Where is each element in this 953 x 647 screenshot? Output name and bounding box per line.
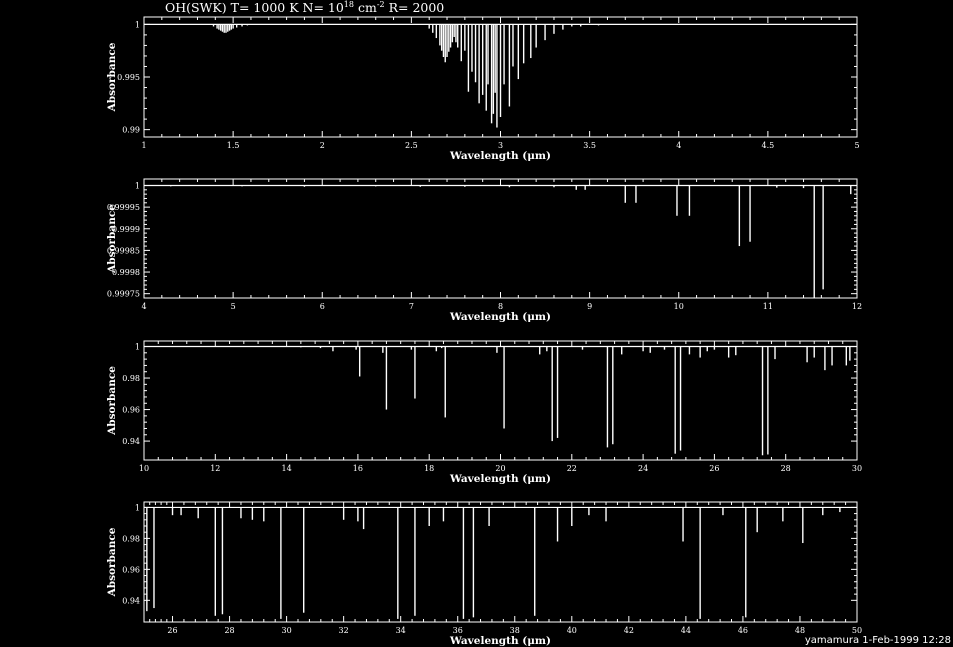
x-tick-label: 36: [453, 626, 463, 635]
x-tick-label: 4.5: [762, 141, 775, 150]
y-tick-label: 0.98: [122, 374, 140, 383]
x-tick-label: 1: [141, 141, 146, 150]
x-tick-label: 5: [231, 302, 236, 311]
y-tick-label: 0.98: [122, 534, 140, 543]
x-tick-label: 7: [409, 302, 414, 311]
plots-svg: 1 1.5 2 2.5 3 3.5 4 4.5 5 0.99 0.995 1 Wavelength (μ…: [106, 16, 862, 647]
y-tick-label: 0.99975: [107, 290, 140, 299]
x-axis-label: Wavelength (μm): [449, 473, 551, 485]
y-tick-label: 0.94: [122, 596, 140, 605]
x-tick-label: 10: [139, 464, 149, 473]
x-tick-label: 28: [224, 626, 234, 635]
x-tick-label: 12: [852, 302, 862, 311]
x-tick-label: 2: [320, 141, 325, 150]
x-tick-label: 44: [681, 626, 691, 635]
x-tick-label: 16: [353, 464, 363, 473]
chart-figure: OH(SWK) T= 1000 K N= 1018 cm-2 R= 2000 1…: [0, 0, 953, 647]
x-tick-label: 20: [495, 464, 505, 473]
x-tick-label: 18: [424, 464, 434, 473]
x-tick-label: 42: [624, 626, 634, 635]
x-tick-label: 10: [674, 302, 684, 311]
chart-panel-1: 1 1.5 2 2.5 3 3.5 4 4.5 5 0.99 0.995 1 Wavelength (μ…: [106, 16, 860, 162]
y-tick-label: 0.96: [122, 565, 140, 574]
x-tick-label: 28: [781, 464, 791, 473]
x-tick-label: 3: [498, 141, 503, 150]
x-tick-label: 6: [320, 302, 325, 311]
y-tick-label: 1: [135, 181, 140, 190]
y-axis-label: Absorbance: [106, 527, 118, 597]
x-axis-label: Wavelength (μm): [449, 150, 551, 162]
x-tick-label: 50: [852, 626, 862, 635]
chart-panel-3: 10 12 14 16 18 20 22 24 26 28 30 0.94 0.96 0.98 1 Wavel…: [106, 340, 862, 485]
y-tick-label: 0.995: [117, 73, 140, 82]
x-axis-label: Wavelength (μm): [449, 311, 551, 323]
x-tick-label: 8: [498, 302, 503, 311]
y-tick-label: 0.99: [122, 126, 140, 135]
x-tick-label: 12: [210, 464, 220, 473]
x-tick-label: 32: [339, 626, 349, 635]
x-tick-label: 24: [638, 464, 648, 473]
x-tick-label: 40: [567, 626, 577, 635]
plot-frame: [143, 340, 858, 461]
x-tick-label: 1.5: [227, 141, 240, 150]
x-tick-label: 9: [587, 302, 592, 311]
x-tick-label: 11: [763, 302, 773, 311]
x-tick-label: 34: [396, 626, 406, 635]
x-tick-label: 4: [141, 302, 146, 311]
y-axis-label: Absorbance: [106, 366, 118, 436]
y-tick-label: 1: [135, 343, 140, 352]
y-tick-label: 0.94: [122, 437, 140, 446]
x-tick-label: 2.5: [405, 141, 418, 150]
x-tick-label: 26: [167, 626, 177, 635]
x-tick-label: 14: [282, 464, 292, 473]
footer-credit: yamamura 1-Feb-1999 12:28: [804, 635, 951, 646]
x-tick-label: 48: [795, 626, 805, 635]
x-tick-label: 26: [709, 464, 719, 473]
x-tick-label: 38: [510, 626, 520, 635]
y-tick-label: 0.96: [122, 406, 140, 415]
plot-frame: [143, 501, 858, 623]
x-tick-label: 5: [854, 141, 859, 150]
x-tick-label: 46: [738, 626, 748, 635]
x-tick-label: 22: [567, 464, 577, 473]
x-tick-label: 3.5: [583, 141, 596, 150]
x-tick-label: 30: [282, 626, 292, 635]
y-tick-label: 1: [135, 20, 140, 29]
x-axis-label: Wavelength (μm): [449, 635, 551, 647]
y-axis-label: Absorbance: [106, 204, 118, 274]
chart-panel-4: 26 28 30 32 34 36 38 40 42 44 46 48 50 0.94 0.96 0.98 1 W…: [106, 501, 862, 647]
chart-panel-2: 4 5 6 7 8 9 10 11 120.999750.99980.999850.99990.…: [106, 178, 862, 323]
x-tick-label: 4: [676, 141, 681, 150]
y-tick-label: 1: [135, 503, 140, 512]
x-tick-label: 30: [852, 464, 862, 473]
y-axis-label: Absorbance: [106, 42, 118, 112]
